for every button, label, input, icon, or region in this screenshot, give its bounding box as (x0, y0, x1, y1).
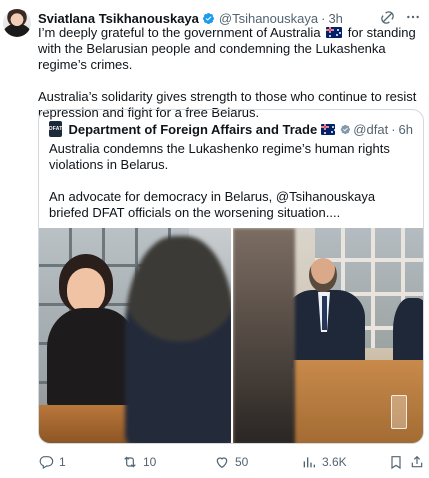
views-count: 3.6K (322, 455, 347, 469)
avatar[interactable] (3, 9, 31, 37)
bookmark-icon (391, 456, 401, 470)
tweet-actions: 1 10 50 3.6K (38, 452, 424, 472)
reply-button[interactable]: 1 (38, 454, 66, 470)
quoted-author-handle: @dfat (353, 121, 389, 137)
tweet-text: I’m deeply grateful to the government of… (38, 25, 424, 121)
reply-icon (39, 456, 54, 470)
bookmark-button[interactable] (388, 454, 404, 470)
verified-badge-icon (202, 12, 214, 24)
more-icon[interactable] (405, 9, 421, 25)
person-speaking (47, 254, 137, 410)
quoted-author-name: Department of Foreign Affairs and Trade (68, 121, 318, 137)
author-name[interactable]: Sviatlana Tsikhanouskaya (38, 11, 199, 26)
tweet-text-part1: I’m deeply grateful to the government of… (38, 25, 321, 40)
photo-2[interactable] (233, 228, 423, 443)
header-actions (379, 9, 421, 25)
australia-flag-icon (326, 27, 343, 38)
views-icon (303, 457, 315, 468)
timestamp[interactable]: 3h (328, 11, 342, 26)
author-handle[interactable]: @Tsihanouskaya (219, 11, 318, 26)
official-person (285, 258, 370, 368)
grok-icon[interactable] (379, 9, 395, 25)
repost-count: 10 (143, 455, 157, 469)
quoted-tweet-text: Australia condemns the Lukashenko regime… (49, 141, 415, 221)
quoted-tweet-header: DFAT Department of Foreign Affairs and T… (49, 120, 413, 138)
australia-flag-icon (321, 123, 335, 135)
foreground-person (125, 236, 231, 443)
quoted-paragraph2: An advocate for democracy in Belarus, @T… (49, 189, 376, 220)
views-button[interactable]: 3.6K (301, 454, 347, 470)
like-button[interactable]: 50 (214, 454, 248, 470)
dfat-logo: DFAT (49, 121, 63, 137)
photo-1[interactable] (39, 228, 231, 443)
government-badge-icon (340, 124, 350, 134)
share-icon (411, 455, 423, 468)
repost-button[interactable]: 10 (122, 454, 156, 470)
like-count: 50 (235, 455, 249, 469)
reply-count: 1 (59, 455, 66, 469)
water-glass (391, 395, 407, 429)
quoted-tweet[interactable]: DFAT Department of Foreign Affairs and T… (38, 109, 424, 444)
share-button[interactable] (409, 454, 425, 470)
quoted-paragraph1: Australia condemns the Lukashenko regime… (49, 141, 390, 172)
repost-icon (124, 456, 136, 468)
quoted-timestamp: 6h (398, 121, 413, 137)
media-gallery (39, 228, 423, 443)
foreground-person (233, 228, 295, 443)
separator-dot: · (391, 121, 396, 137)
heart-icon (216, 457, 228, 469)
separator-dot: · (321, 10, 326, 26)
